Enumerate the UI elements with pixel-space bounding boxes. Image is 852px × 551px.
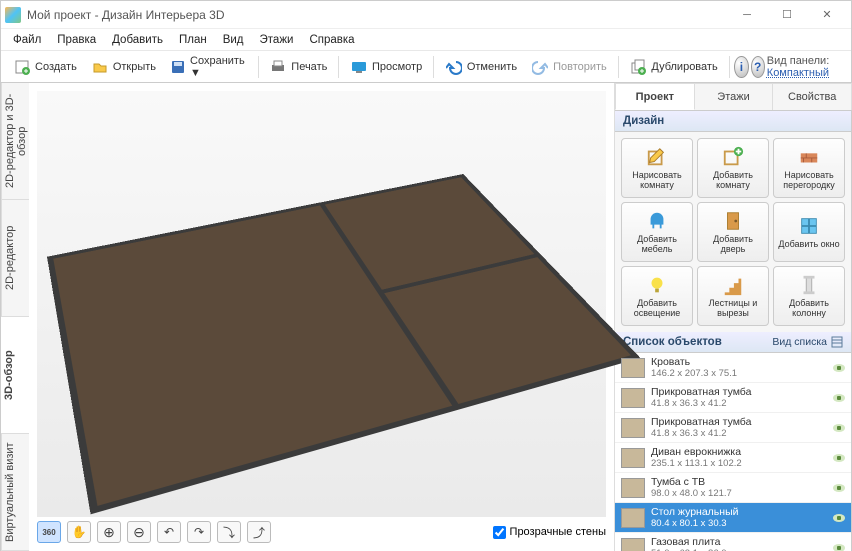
visibility-eye-icon[interactable] (833, 544, 845, 551)
maximize-button[interactable]: ☐ (767, 2, 807, 28)
object-row[interactable]: Прикроватная тумба41.8 x 36.3 x 41.2 (615, 413, 851, 443)
object-thumb (621, 538, 645, 551)
object-name: Стол журнальный (651, 506, 739, 518)
rotate-ccw-button[interactable]: ↶ (157, 521, 181, 543)
viewport-toolbar: 360 ✋ ⊕ ⊖ ↶ ↷ ⤵ ⤴ Прозрачные стены (37, 519, 606, 545)
visibility-eye-icon[interactable] (833, 514, 845, 522)
panel-tab-project[interactable]: Проект (615, 83, 695, 110)
object-row[interactable]: Прикроватная тумба41.8 x 36.3 x 41.2 (615, 383, 851, 413)
object-row[interactable]: Стол журнальный80.4 x 80.1 x 30.3 (615, 503, 851, 533)
object-list[interactable]: Кровать146.2 x 207.3 x 75.1Прикроватная … (615, 353, 851, 551)
save-button[interactable]: Сохранить ▼ (164, 53, 253, 81)
orbit-360-button[interactable]: 360 (37, 521, 61, 543)
object-thumb (621, 388, 645, 408)
open-button[interactable]: Открыть (85, 56, 162, 78)
tab-virtual[interactable]: Виртуальный визит (1, 434, 29, 551)
object-name: Газовая плита (651, 536, 727, 548)
panel-tab-floors[interactable]: Этажи (694, 83, 774, 110)
panel-mode-link[interactable]: Компактный (767, 67, 829, 79)
object-row[interactable]: Газовая плита51.0 x 62.1 x 86.0 (615, 533, 851, 551)
btn-add-room[interactable]: Добавить комнату (697, 138, 769, 198)
tab-3d[interactable]: 3D-обзор (1, 317, 29, 434)
object-thumb (621, 358, 645, 378)
object-name: Прикроватная тумба (651, 416, 751, 428)
minimize-button[interactable]: ─ (727, 2, 767, 28)
left-tabs: 2D-редактор и 3D-обзор 2D-редактор 3D-об… (1, 83, 29, 551)
list-icon (831, 336, 843, 348)
btn-draw-room[interactable]: Нарисовать комнату (621, 138, 693, 198)
btn-stairs[interactable]: Лестницы и вырезы (697, 266, 769, 326)
visibility-eye-icon[interactable] (833, 424, 845, 432)
btn-add-furniture[interactable]: Добавить мебель (621, 202, 693, 262)
transparent-walls-checkbox[interactable]: Прозрачные стены (493, 526, 606, 539)
window-title: Мой проект - Дизайн Интерьера 3D (27, 8, 727, 22)
title-bar: Мой проект - Дизайн Интерьера 3D ─ ☐ ✕ (1, 1, 851, 29)
3d-viewport[interactable] (37, 91, 606, 517)
close-button[interactable]: ✕ (807, 2, 847, 28)
object-name: Диван еврокнижка (651, 446, 742, 458)
visibility-eye-icon[interactable] (833, 364, 845, 372)
menu-view[interactable]: Вид (215, 34, 252, 46)
tab-2d[interactable]: 2D-редактор (1, 200, 29, 317)
tab-2d3d[interactable]: 2D-редактор и 3D-обзор (1, 83, 29, 200)
menu-bar: Файл Правка Добавить План Вид Этажи Спра… (1, 29, 851, 51)
info-button[interactable]: i (734, 56, 748, 78)
object-row[interactable]: Тумба с ТВ98.0 x 48.0 x 121.7 (615, 473, 851, 503)
visibility-eye-icon[interactable] (833, 454, 845, 462)
btn-draw-partition[interactable]: Нарисовать перегородку (773, 138, 845, 198)
help-button[interactable]: ? (751, 56, 765, 78)
objects-section-header: Список объектов Вид списка (615, 332, 851, 353)
visibility-eye-icon[interactable] (833, 484, 845, 492)
menu-edit[interactable]: Правка (49, 34, 104, 46)
object-dimensions: 41.8 x 36.3 x 41.2 (651, 428, 751, 439)
btn-add-window[interactable]: Добавить окно (773, 202, 845, 262)
list-view-toggle[interactable]: Вид списка (772, 336, 843, 348)
undo-button[interactable]: Отменить (439, 56, 523, 78)
menu-floors[interactable]: Этажи (252, 34, 302, 46)
btn-add-lighting[interactable]: Добавить освещение (621, 266, 693, 326)
preview-button[interactable]: Просмотр (344, 56, 428, 78)
object-thumb (621, 478, 645, 498)
object-row[interactable]: Диван еврокнижка235.1 x 113.1 x 102.2 (615, 443, 851, 473)
object-thumb (621, 508, 645, 528)
tilt-up-button[interactable]: ⤴ (247, 521, 271, 543)
object-dimensions: 235.1 x 113.1 x 102.2 (651, 458, 742, 469)
object-dimensions: 41.8 x 36.3 x 41.2 (651, 398, 751, 409)
visibility-eye-icon[interactable] (833, 394, 845, 402)
app-icon (5, 7, 21, 23)
object-dimensions: 98.0 x 48.0 x 121.7 (651, 488, 732, 499)
menu-file[interactable]: Файл (5, 34, 49, 46)
object-thumb (621, 418, 645, 438)
tilt-down-button[interactable]: ⤵ (217, 521, 241, 543)
object-dimensions: 80.4 x 80.1 x 30.3 (651, 518, 739, 529)
btn-add-door[interactable]: Добавить дверь (697, 202, 769, 262)
redo-button[interactable]: Повторить (525, 56, 613, 78)
object-name: Прикроватная тумба (651, 386, 751, 398)
object-dimensions: 146.2 x 207.3 x 75.1 (651, 368, 737, 379)
zoom-in-button[interactable]: ⊕ (97, 521, 121, 543)
toolbar: Создать Открыть Сохранить ▼ Печать Просм… (1, 51, 851, 83)
zoom-out-button[interactable]: ⊖ (127, 521, 151, 543)
print-button[interactable]: Печать (263, 56, 333, 78)
menu-plan[interactable]: План (171, 34, 215, 46)
rotate-cw-button[interactable]: ↷ (187, 521, 211, 543)
duplicate-button[interactable]: Дублировать (623, 56, 723, 78)
object-row[interactable]: Кровать146.2 x 207.3 x 75.1 (615, 353, 851, 383)
menu-help[interactable]: Справка (301, 34, 362, 46)
canvas-area[interactable]: 360 ✋ ⊕ ⊖ ↶ ↷ ⤵ ⤴ Прозрачные стены (29, 83, 615, 551)
panel-tab-properties[interactable]: Свойства (772, 83, 852, 110)
object-name: Тумба с ТВ (651, 476, 732, 488)
panel-mode: Вид панели: Компактный (767, 55, 845, 79)
object-name: Кровать (651, 356, 737, 368)
design-grid: Нарисовать комнату Добавить комнату Нари… (615, 132, 851, 332)
menu-add[interactable]: Добавить (104, 34, 171, 46)
btn-add-column[interactable]: Добавить колонну (773, 266, 845, 326)
create-button[interactable]: Создать (7, 56, 83, 78)
object-thumb (621, 448, 645, 468)
pan-button[interactable]: ✋ (67, 521, 91, 543)
design-section-header: Дизайн (615, 111, 851, 132)
right-panel: Проект Этажи Свойства Дизайн Нарисовать … (615, 83, 851, 551)
